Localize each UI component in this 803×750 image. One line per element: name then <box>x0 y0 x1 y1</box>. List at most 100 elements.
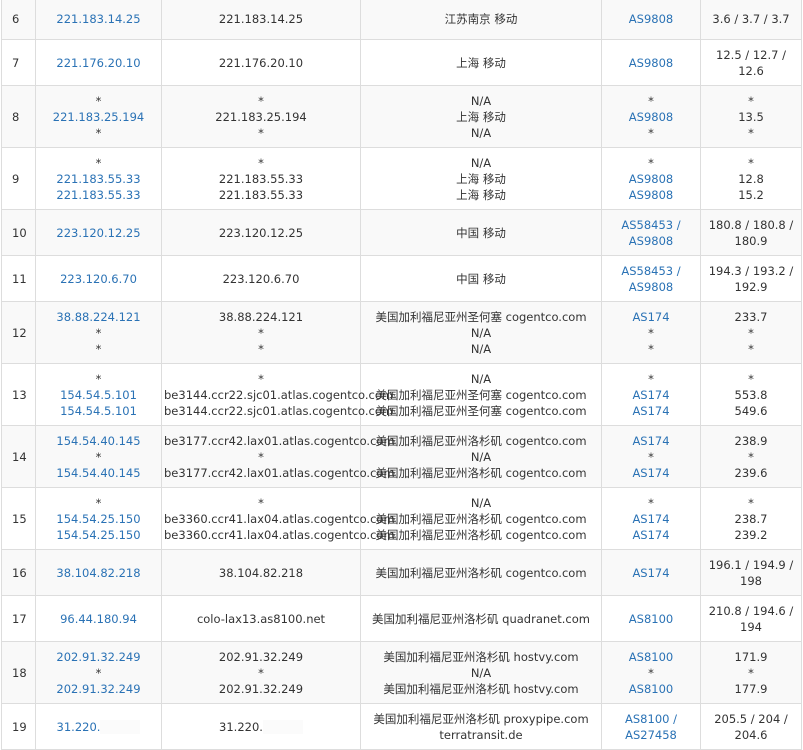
hop-number: 16 <box>12 565 27 580</box>
asn-cell-lines: AS58453 /AS9808 <box>604 211 698 255</box>
latency-text: 194 <box>703 619 799 635</box>
asn-link[interactable]: AS174 <box>604 465 698 481</box>
ip-link: * <box>38 155 159 171</box>
ip-link[interactable]: 154.54.5.101 <box>38 403 159 419</box>
location-text-text: N/A <box>470 449 492 464</box>
hostname-text: * <box>164 125 358 141</box>
ip-link: * <box>38 325 159 341</box>
latency-text-text: 549.6 <box>734 403 768 418</box>
latency-cell-lines: 210.8 / 194.6 /194 <box>703 597 799 641</box>
latency-text-text: 239.2 <box>734 527 768 542</box>
asn-cell: AS8100 * AS8100 <box>601 641 701 704</box>
asn-link[interactable]: AS58453 / <box>604 263 698 279</box>
hostname-text-text: 221.183.55.33 <box>218 171 304 186</box>
ip-link-text: 221.176.20.10 <box>56 55 141 70</box>
ip-link[interactable]: 221.183.55.33 <box>38 187 159 203</box>
asn-link[interactable]: AS27458 <box>604 727 698 743</box>
hostname-text-text: be3144.ccr22.sjc01.atlas.cogentco.com <box>164 387 394 402</box>
asn-cell: * AS174 AS174 <box>601 487 701 550</box>
asn-link[interactable]: AS9808 <box>604 187 698 203</box>
latency-text-text: * <box>748 325 754 340</box>
table-row: 19 31.220. 31.220. 美国加利福尼亚州洛杉矶 proxypipe.co… <box>1 703 802 750</box>
asn-link-text: AS9808 <box>628 171 674 186</box>
ip-link[interactable]: 202.91.32.249 <box>38 649 159 665</box>
table-row: 7 221.176.20.10 221.176.20.10 上海 移动 AS9808 12… <box>1 39 802 86</box>
ip-link[interactable]: 38.104.82.218 <box>38 565 159 581</box>
hostname-text: 38.104.82.218 <box>164 565 358 581</box>
asn-link[interactable]: AS58453 / <box>604 217 698 233</box>
location-cell: 江苏南京 移动 <box>360 0 602 40</box>
asn-cell: AS9808 <box>601 0 701 40</box>
hostname-text-text: be3360.ccr41.lax04.atlas.cogentco.com <box>164 511 395 526</box>
ip-link[interactable]: 221.183.55.33 <box>38 171 159 187</box>
asn-link[interactable]: AS9808 <box>604 233 698 249</box>
hostname-text-text: be3144.ccr22.sjc01.atlas.cogentco.com <box>164 403 394 418</box>
table-row: 12 38.88.224.121 * * 38.88.224.121 * * 美国加利福尼亚州… <box>1 301 802 364</box>
ip-link[interactable]: 221.176.20.10 <box>38 55 159 71</box>
hostname-text: * <box>164 665 358 681</box>
asn-link[interactable]: AS9808 <box>604 55 698 71</box>
ip-link[interactable]: 223.120.6.70 <box>38 271 159 287</box>
location-text-text: 上海 移动 <box>456 171 506 186</box>
location-text-text: N/A <box>470 325 492 340</box>
ip-link[interactable]: 154.54.40.145 <box>38 433 159 449</box>
latency-cell-lines: 12.5 / 12.7 /12.6 <box>703 41 799 85</box>
ip-link-text: 96.44.180.94 <box>60 611 137 626</box>
location-cell-lines: 中国 移动 <box>363 265 599 293</box>
asn-link[interactable]: AS9808 <box>604 109 698 125</box>
asn-link[interactable]: AS174 <box>604 309 698 325</box>
location-text-text: 美国加利福尼亚州洛杉矶 cogentco.com <box>375 527 587 542</box>
latency-text: 205.5 / 204 / <box>703 711 799 727</box>
asn-link[interactable]: AS8100 <box>604 681 698 697</box>
ip-cell-lines: * 154.54.25.150 154.54.25.150 <box>38 489 159 549</box>
latency-cell: 171.9 * 177.9 <box>700 641 802 704</box>
latency-text: * <box>703 93 799 109</box>
asn-cell-lines: * AS9808 AS9808 <box>604 149 698 209</box>
hostname-text: be3177.ccr42.lax01.atlas.cogentco.com <box>164 465 395 481</box>
asn-link[interactable]: AS9808 <box>604 171 698 187</box>
asn-link[interactable]: AS8100 <box>604 611 698 627</box>
asn-link[interactable]: AS8100 <box>604 649 698 665</box>
asn-link[interactable]: AS9808 <box>604 279 698 295</box>
ip-link[interactable]: 154.54.25.150 <box>38 511 159 527</box>
hop-number-cell: 12 <box>1 301 36 364</box>
asn-link[interactable]: AS174 <box>604 433 698 449</box>
location-cell: 美国加利福尼亚州圣何塞 cogentco.com N/A N/A <box>360 301 602 364</box>
hostname-cell-lines: * 221.183.55.33 221.183.55.33 <box>164 149 358 209</box>
asn-link-text: AS174 <box>632 403 670 418</box>
latency-text-text: 204.6 <box>734 727 768 742</box>
asn-link[interactable]: AS174 <box>604 403 698 419</box>
asn-link[interactable]: AS9808 <box>604 11 698 27</box>
ip-link[interactable]: 154.54.5.101 <box>38 387 159 403</box>
asn-link[interactable]: AS174 <box>604 387 698 403</box>
ip-link[interactable]: 154.54.40.145 <box>38 465 159 481</box>
latency-text-text: * <box>748 449 754 464</box>
ip-link[interactable]: 202.91.32.249 <box>38 681 159 697</box>
hostname-text: be3177.ccr42.lax01.atlas.cogentco.com <box>164 433 395 449</box>
asn-cell: AS174 * AS174 <box>601 425 701 488</box>
ip-link[interactable]: 154.54.25.150 <box>38 527 159 543</box>
hop-number-cell: 14 <box>1 425 36 488</box>
ip-cell: 202.91.32.249 * 202.91.32.249 <box>35 641 162 704</box>
location-cell: 美国加利福尼亚州洛杉矶 cogentco.com N/A 美国加利福尼亚州洛杉矶 c… <box>360 425 602 488</box>
asn-link[interactable]: AS174 <box>604 565 698 581</box>
latency-text: 238.7 <box>703 511 799 527</box>
hostname-text: be3360.ccr41.lax04.atlas.cogentco.com <box>164 511 395 527</box>
asn-link[interactable]: AS174 <box>604 511 698 527</box>
ip-link[interactable]: 221.183.25.194 <box>38 109 159 125</box>
hop-number: 10 <box>12 225 27 240</box>
ip-link[interactable]: 221.183.14.25 <box>38 11 159 27</box>
table-row: 10 223.120.12.25 223.120.12.25 中国 移动 AS58453… <box>1 209 802 256</box>
ip-link[interactable]: 96.44.180.94 <box>38 611 159 627</box>
ip-link[interactable]: 38.88.224.121 <box>38 309 159 325</box>
hostname-text-text: * <box>258 93 264 108</box>
latency-text-text: 177.9 <box>734 681 768 696</box>
hostname-text: 221.183.55.33 <box>164 171 358 187</box>
ip-link[interactable]: 223.120.12.25 <box>38 225 159 241</box>
ip-link[interactable]: 31.220. <box>38 719 159 735</box>
asn-link: * <box>604 449 698 465</box>
latency-text: 204.6 <box>703 727 799 743</box>
asn-link[interactable]: AS8100 / <box>604 711 698 727</box>
location-text-text: 美国加利福尼亚州圣何塞 cogentco.com <box>375 387 587 402</box>
asn-link[interactable]: AS174 <box>604 527 698 543</box>
